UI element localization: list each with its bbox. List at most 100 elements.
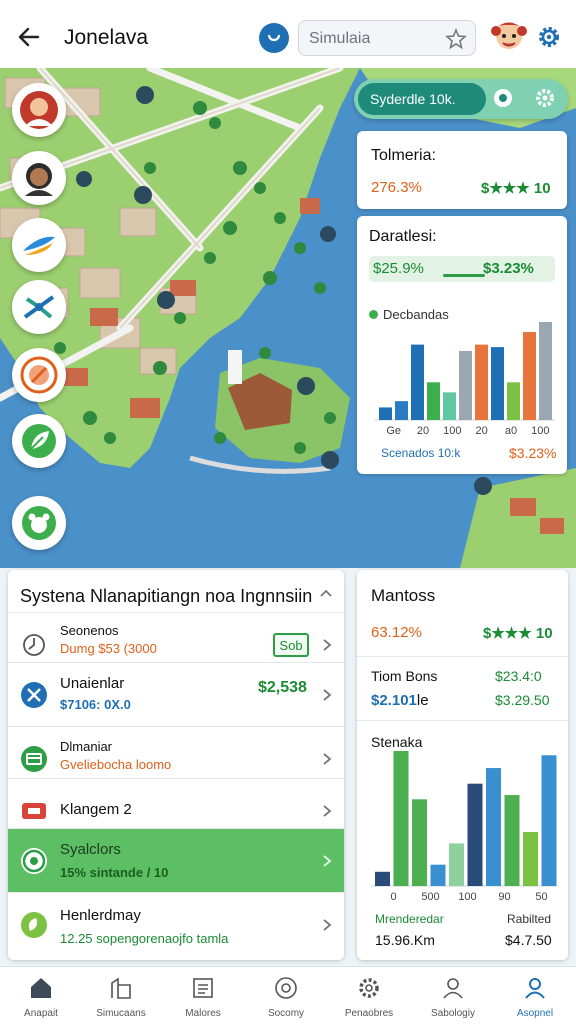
list-item[interactable]: Unaienlar $7106: 0X.0 $2,538 bbox=[8, 662, 344, 726]
tools-icon bbox=[21, 682, 47, 708]
nav-item-settings[interactable]: Penaobres bbox=[328, 967, 410, 1024]
nav-item-home[interactable]: Anapait bbox=[0, 967, 82, 1024]
chart-tick-label: 20 bbox=[476, 425, 488, 437]
chevron-right-icon bbox=[323, 753, 332, 765]
nav-label: Simucaans bbox=[96, 1008, 146, 1019]
list-item-sub: 15% sintande / 10 bbox=[60, 865, 169, 880]
card-icon bbox=[21, 746, 47, 772]
chart-bar bbox=[459, 350, 472, 420]
user-avatar-icon[interactable] bbox=[490, 16, 528, 56]
back-arrow-icon[interactable] bbox=[14, 22, 44, 52]
chart-bar bbox=[393, 751, 409, 886]
wings-button[interactable] bbox=[12, 218, 66, 272]
list-item-name: Henlerdmay bbox=[60, 907, 141, 924]
chart-bar bbox=[412, 799, 427, 886]
chart-bar bbox=[523, 332, 536, 420]
chart-bar bbox=[475, 344, 488, 420]
nav-item-profile[interactable]: Asopnel bbox=[494, 967, 576, 1024]
chart-bar bbox=[523, 832, 538, 886]
stats-amount: $2.101le bbox=[371, 692, 429, 709]
bird-icon bbox=[23, 295, 55, 319]
avatar-woman-button[interactable] bbox=[12, 151, 66, 205]
progress-left: $25.9% bbox=[373, 260, 424, 277]
settings-star-icon[interactable] bbox=[445, 28, 467, 50]
metric-card[interactable]: Tolmeria: 276.3% $★★★ 10 bbox=[357, 131, 567, 209]
search-placeholder: Simulaia bbox=[309, 30, 371, 47]
chart-bar bbox=[539, 322, 552, 420]
profile-icon bbox=[525, 978, 545, 999]
chart-tick-label: 100 bbox=[531, 425, 549, 437]
progress-fill bbox=[443, 274, 485, 277]
divider bbox=[357, 656, 568, 657]
chevron-up-icon[interactable] bbox=[319, 586, 333, 600]
nav-item-user[interactable]: Sabologiy bbox=[412, 967, 494, 1024]
pet-button[interactable] bbox=[12, 496, 66, 550]
stats-amount-suffix: le bbox=[416, 692, 429, 709]
stats-title: Mantoss bbox=[371, 586, 436, 605]
divider bbox=[357, 720, 568, 721]
list-item-name: Dlmaniar bbox=[60, 739, 113, 754]
nav-label: Sabologiy bbox=[431, 1008, 475, 1019]
nav-label: Anapait bbox=[24, 1008, 58, 1019]
stats-panel: Mantoss 63.12% $★★★ 10 Tiom Bons $23.4:0… bbox=[357, 570, 568, 960]
settings-icon[interactable] bbox=[534, 87, 556, 109]
search-input[interactable]: Simulaia bbox=[298, 20, 476, 56]
location-button[interactable] bbox=[259, 23, 289, 53]
app-title: Jonelava bbox=[64, 26, 149, 49]
stats-rating: $★★★ 10 bbox=[483, 625, 553, 642]
stats-label: Tiom Bons bbox=[371, 668, 438, 684]
chart-bar bbox=[411, 344, 424, 420]
nav-label: Socomy bbox=[267, 1008, 305, 1019]
stats-amount-2: $3.29.50 bbox=[495, 692, 550, 708]
metric-right: $★★★ 10 bbox=[481, 180, 551, 197]
chart-bar bbox=[504, 795, 520, 886]
pill-label: Syderdle 10k. bbox=[358, 83, 486, 115]
list-item-sub: 12.25 sopengorenaojfo tamla bbox=[60, 931, 229, 946]
metric-title: Tolmeria: bbox=[371, 147, 436, 164]
user-icon bbox=[443, 978, 463, 999]
chart-bar bbox=[427, 382, 440, 420]
list-item-selected[interactable]: Syalclors 15% sintande / 10 bbox=[8, 828, 344, 892]
gear-icon bbox=[359, 978, 379, 998]
stats-value: $23.4:0 bbox=[495, 668, 542, 684]
nav-item-building[interactable]: Simucaans bbox=[80, 967, 162, 1024]
chart-tick-label: a0 bbox=[505, 425, 517, 437]
system-list-panel: Systena Nlanapitiangn noa Ingnnsiin Seon… bbox=[8, 570, 344, 960]
chart-bar bbox=[467, 783, 483, 886]
leaf-button[interactable] bbox=[12, 414, 66, 468]
stats-footer-left-value: 15.96.Km bbox=[375, 932, 435, 948]
list-item-name: Seonenos bbox=[60, 623, 119, 638]
chart-tick-label: Ge bbox=[386, 425, 401, 437]
woman-avatar-icon bbox=[25, 163, 53, 196]
gear-icon[interactable] bbox=[536, 24, 562, 50]
chart-tick-label: 500 bbox=[421, 891, 439, 903]
camera-icon[interactable] bbox=[492, 87, 514, 109]
chart-bar bbox=[491, 347, 504, 420]
bottom-navigation: Anapait Simucaans Malores Socomy Penaobr… bbox=[0, 966, 576, 1024]
clock-icon bbox=[23, 634, 45, 656]
chart-bar bbox=[449, 843, 464, 886]
stats-footer-left-label: Mrenderedar bbox=[375, 912, 444, 926]
food-button[interactable] bbox=[12, 348, 66, 402]
chart-bar bbox=[430, 864, 446, 886]
nav-item-document[interactable]: Malores bbox=[162, 967, 244, 1024]
bird-button[interactable] bbox=[12, 280, 66, 334]
chevron-right-icon bbox=[323, 805, 332, 817]
chart-bar bbox=[443, 392, 456, 420]
chart-card-title: Daratlesi: bbox=[369, 228, 437, 245]
nav-item-at[interactable]: Socomy bbox=[245, 967, 327, 1024]
list-item-name: Syalclors bbox=[60, 841, 121, 858]
at-icon bbox=[275, 977, 297, 999]
bar-chart-1: Ge 20 100 20 a0 100 bbox=[375, 322, 555, 437]
bar-chart-2: 0 500 100 90 50 bbox=[371, 751, 557, 903]
app-header: Jonelava Simulaia bbox=[0, 0, 576, 72]
stats-amount-value: $2.101 bbox=[371, 692, 417, 709]
chart-footer-right: $3.23% bbox=[509, 445, 557, 461]
avatar-person-button[interactable] bbox=[12, 83, 66, 137]
location-icon bbox=[267, 34, 281, 42]
chart-footer-left: Scenados 10:k bbox=[381, 446, 461, 460]
list-title: Systena Nlanapitiangn noa Ingnnsiin bbox=[20, 586, 313, 606]
chart-bar bbox=[395, 401, 408, 420]
list-item[interactable]: Henlerdmay 12.25 sopengorenaojfo tamla bbox=[8, 892, 344, 956]
chart-card[interactable]: Daratlesi: $25.9% $3.23% Decbandas Ge 20 1… bbox=[357, 216, 567, 474]
